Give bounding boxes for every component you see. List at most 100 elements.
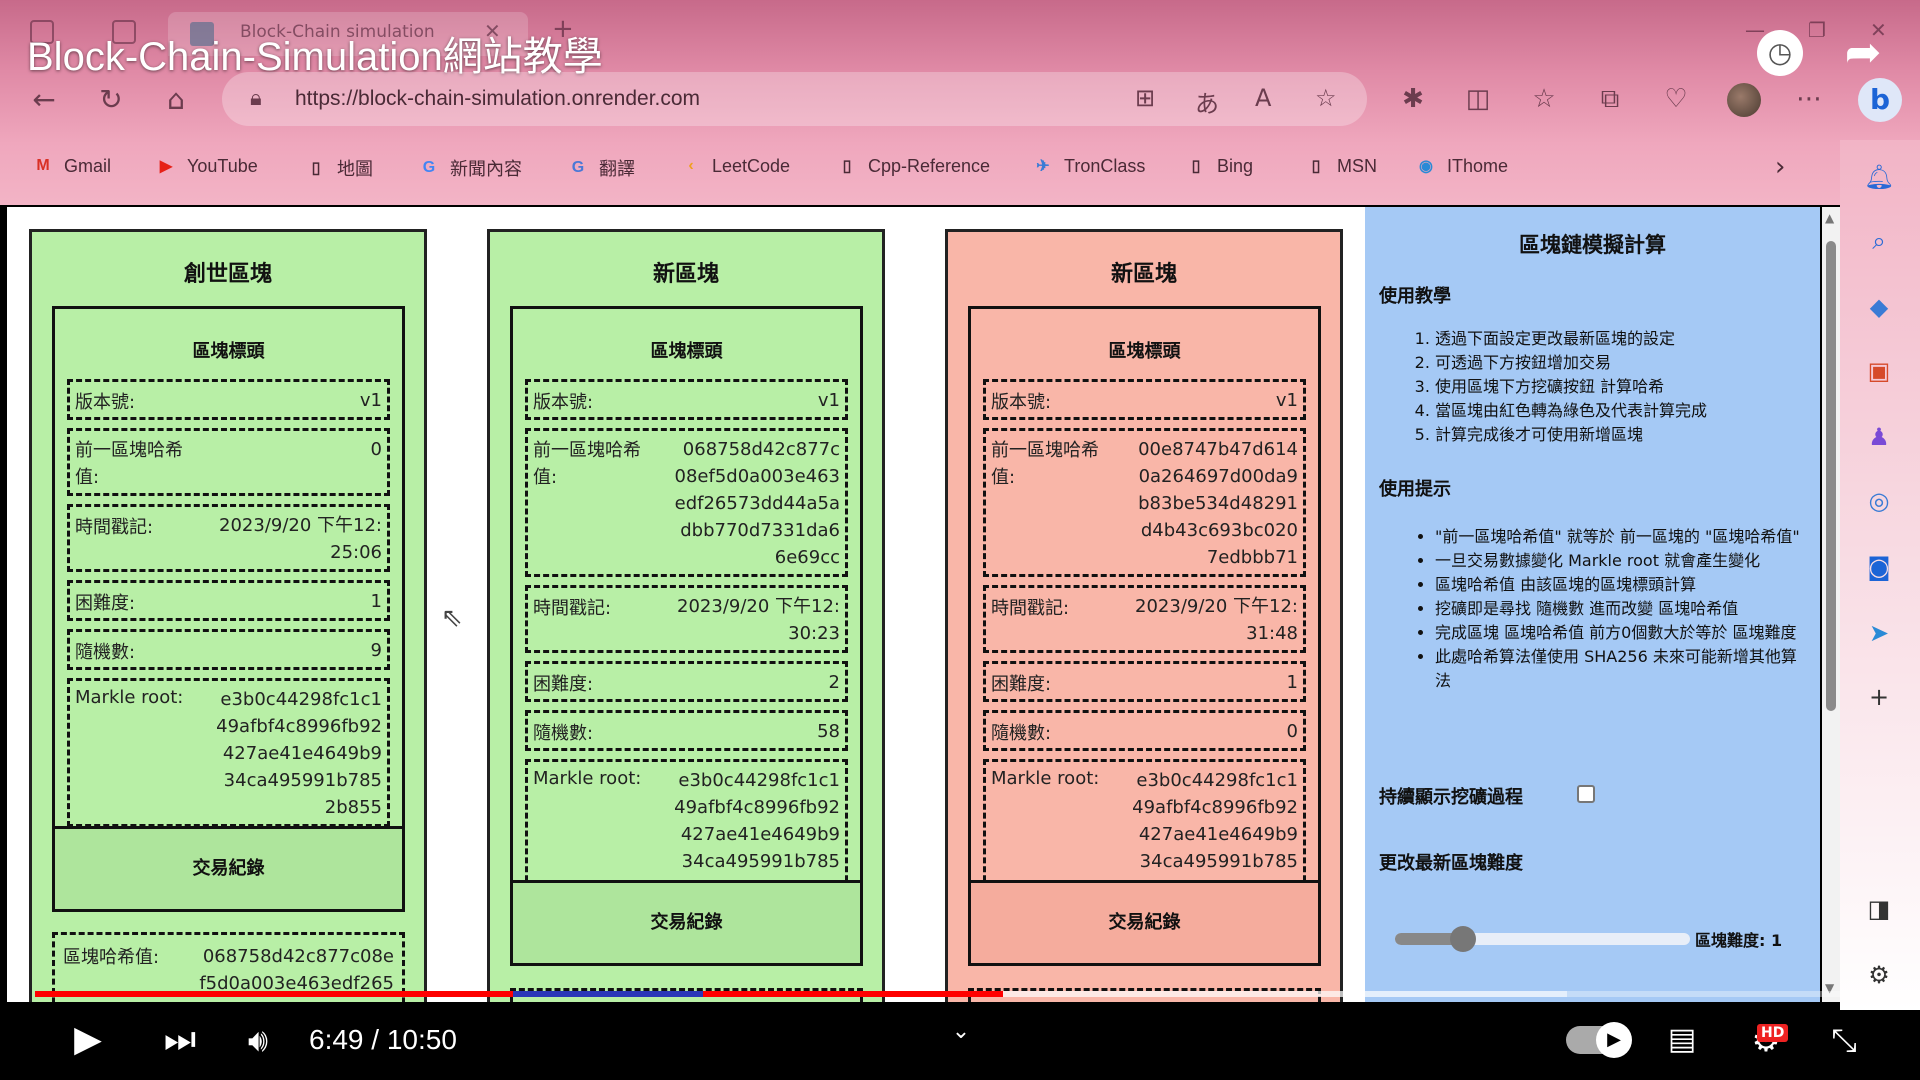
block-title: 創世區塊 (183, 262, 272, 287)
page-scrollbar[interactable]: ▲ ▼ (1822, 207, 1840, 1002)
favorite-item[interactable]: G 翻譯 (567, 155, 635, 181)
extensions-icon[interactable]: ✱ (1397, 84, 1429, 114)
favorite-item[interactable]: ‹ LeetCode (680, 155, 790, 177)
favorite-item[interactable]: ▯ 地圖 (305, 155, 373, 181)
favorite-item[interactable]: ▯ Cpp-Reference (836, 155, 990, 177)
refresh-icon[interactable]: ↻ (93, 82, 129, 118)
scrollbar-thumb[interactable] (1826, 241, 1836, 711)
favorite-item[interactable]: G 新聞內容 (418, 155, 522, 181)
difficulty-slider-label: 區塊難度: 1 (1695, 931, 1783, 950)
time-display: 6:49 / 10:50 (309, 1024, 457, 1055)
collections-icon[interactable]: ⧉ (1594, 84, 1626, 115)
transactions-box[interactable]: 交易紀錄 (52, 826, 405, 912)
tip-item: 挖礦即是尋找 隨機數 進而改變 區塊哈希值 (1435, 597, 1805, 621)
favorite-item[interactable]: ✈ TronClass (1032, 155, 1145, 177)
difficulty-label: 困難度: (991, 674, 1052, 695)
url-text[interactable]: https://block-chain-simulation.onrender.… (295, 87, 700, 111)
profile-avatar[interactable] (1727, 83, 1761, 117)
games-icon[interactable]: ♟ (1862, 420, 1896, 454)
apps-icon[interactable]: ⊞ (1135, 84, 1155, 112)
nonce-label: 隨機數: (75, 642, 136, 663)
difficulty-slider[interactable] (1395, 926, 1690, 952)
sidebar-title: 區塊鏈模擬計算 (1519, 233, 1666, 257)
lock-icon[interactable]: 🔒︎ (250, 86, 262, 111)
merkle-root-label: Markle root: (75, 687, 184, 708)
back-icon[interactable]: ← (26, 82, 62, 118)
shopping-tag-icon[interactable]: ◆ (1862, 290, 1896, 324)
prev-hash-field: 前一區塊哈希值: 0 (67, 428, 390, 496)
favorite-label: Gmail (64, 155, 112, 176)
bing-copilot-icon[interactable]: b (1858, 78, 1902, 122)
captions-icon[interactable]: ▤ (1660, 1010, 1704, 1070)
browser-essentials-icon[interactable]: ♡ (1660, 84, 1692, 114)
show-mining-label: 持續顯示挖礦過程 (1379, 787, 1523, 808)
scroll-up-icon[interactable]: ▲ (1825, 211, 1834, 225)
send-icon[interactable]: ➤ (1862, 616, 1896, 650)
transactions-box[interactable]: 交易紀錄 (968, 880, 1321, 966)
timestamp-label: 時間戳記: (533, 598, 612, 619)
play-icon[interactable]: ▶ (68, 1010, 108, 1070)
tutorial-steps: 透過下面設定更改最新區塊的設定 可透過下方按鈕增加交易 使用區塊下方挖礦按鈕 計… (1413, 327, 1793, 447)
microsoft-365-icon[interactable]: ◎ (1862, 484, 1896, 518)
tools-icon[interactable]: ▣ (1862, 354, 1896, 388)
progress-chapter-marker (513, 991, 703, 997)
favorite-item[interactable]: ▯ MSN (1305, 155, 1377, 177)
tutorial-step: 可透過下方按鈕增加交易 (1435, 351, 1793, 375)
nonce-field: 隨機數: 9 (67, 629, 390, 670)
block-title: 新區塊 (1110, 262, 1177, 287)
add-icon[interactable]: + (1862, 680, 1896, 714)
difficulty-field: 困難度: 1 (67, 580, 390, 621)
favorite-label: LeetCode (712, 155, 791, 176)
outlook-icon[interactable]: ◙ (1862, 550, 1896, 584)
volume-icon[interactable]: 🔊︎ (238, 1010, 278, 1070)
transactions-box[interactable]: 交易紀錄 (510, 880, 863, 966)
read-aloud-icon[interactable]: A (1255, 84, 1271, 112)
block-header-title: 區塊標頭 (650, 341, 723, 362)
prev-hash-label: 前一區塊哈希值: (75, 440, 183, 488)
nonce-label: 隨機數: (533, 723, 594, 744)
translate-page-icon[interactable]: あ (1195, 84, 1219, 119)
split-screen-icon[interactable]: ◫ (1462, 84, 1494, 114)
exit-fullscreen-icon[interactable]: ⤡ (1822, 1010, 1866, 1070)
autoplay-toggle[interactable]: ▶ (1566, 1022, 1632, 1058)
maximize-icon[interactable]: ❐ (1808, 18, 1826, 42)
gmail-icon: M (36, 157, 50, 174)
show-mining-checkbox[interactable] (1577, 785, 1595, 803)
version-field: 版本號: v1 (983, 379, 1306, 420)
timestamp-label: 時間戳記: (75, 517, 154, 538)
ithome-icon: ◉ (1419, 158, 1433, 175)
home-icon[interactable]: ⌂ (158, 82, 194, 118)
favorite-item[interactable]: ◉ IThome (1415, 155, 1508, 177)
nonce-field: 隨機數: 58 (525, 710, 848, 751)
nonce-label: 隨機數: (991, 723, 1052, 744)
next-icon[interactable]: ⏭ (160, 1010, 200, 1070)
address-bar[interactable]: 🔒︎ https://block-chain-simulation.onrend… (222, 72, 1367, 126)
sidebar-toggle-icon[interactable]: ◨ (1862, 892, 1896, 926)
favorite-star-icon[interactable]: ☆ (1315, 84, 1337, 112)
favorite-label: 新聞內容 (450, 159, 522, 179)
tronclass-icon: ✈ (1036, 158, 1050, 175)
edge-sidebar: 🔔︎ ⌕ ◆ ▣ ♟ ◎ ◙ ➤ + ◨ ⚙ (1840, 140, 1920, 1010)
more-menu-icon[interactable]: ⋯ (1793, 84, 1825, 114)
slider-thumb[interactable] (1449, 926, 1476, 952)
favorites-list-icon[interactable]: ☆ (1528, 84, 1560, 114)
favorite-label: 翻譯 (599, 159, 635, 179)
settings-gear-icon[interactable]: ⚙ (1862, 958, 1896, 992)
notification-bell-icon[interactable]: 🔔︎ (1862, 160, 1896, 194)
favorite-item[interactable]: ▯ Bing (1185, 155, 1253, 177)
chevron-down-icon[interactable]: ⌄ (946, 1002, 976, 1062)
tip-item: "前一區塊哈希值" 就等於 前一區塊的 "區塊哈希值" (1435, 525, 1805, 549)
tips-list: "前一區塊哈希值" 就等於 前一區塊的 "區塊哈希值" 一旦交易數據變化 Mar… (1413, 525, 1805, 693)
prev-hash-label: 前一區塊哈希值: (991, 440, 1099, 488)
chevron-right-icon[interactable]: › (1775, 152, 1785, 182)
leetcode-icon: ‹ (688, 157, 694, 174)
share-icon[interactable]: ➦ (1840, 30, 1886, 76)
favorite-item[interactable]: M Gmail (32, 155, 111, 177)
video-progress-bar[interactable] (35, 991, 1885, 997)
watch-later-icon[interactable]: ◷ (1757, 30, 1803, 76)
favorite-item[interactable]: ▶ YouTube (155, 155, 258, 177)
tip-item: 一旦交易數據變化 Markle root 就會產生變化 (1435, 549, 1805, 573)
new-block-mined: 新區塊 區塊標頭 版本號: v1 前一區塊哈希值: 068758d42c877c… (487, 229, 885, 1002)
autoplay-play-icon: ▶ (1596, 1022, 1632, 1058)
search-icon[interactable]: ⌕ (1862, 224, 1896, 258)
